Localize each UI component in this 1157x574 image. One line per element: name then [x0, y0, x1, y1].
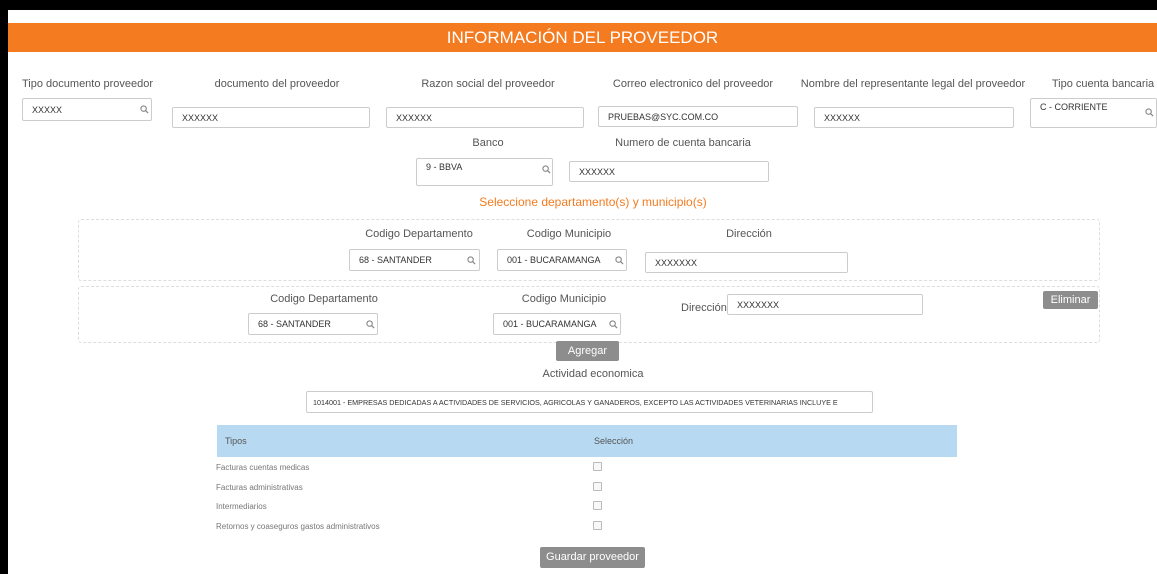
table-row-label: Intermediarios: [216, 502, 267, 511]
correo-label: Correo electronico del proveedor: [612, 78, 774, 90]
tipo-cuenta-label: Tipo cuenta bancaria: [1051, 78, 1155, 90]
tipo-cuenta-value: C - CORRIENTE: [1040, 102, 1108, 112]
representante-value: XXXXXX: [824, 112, 861, 123]
table-row-checkbox[interactable]: [593, 482, 602, 491]
types-table-header: Tipos Selección: [217, 425, 957, 457]
guardar-proveedor-button[interactable]: Guardar proveedor: [540, 547, 645, 568]
direccion-value: XXXXXXX: [655, 257, 698, 268]
search-icon[interactable]: [615, 256, 624, 265]
table-row-checkbox[interactable]: [593, 501, 602, 510]
actividad-label: Actividad economica: [542, 368, 644, 380]
table-row-checkbox[interactable]: [593, 462, 602, 471]
razon-social-input[interactable]: XXXXXX: [386, 107, 584, 128]
codigo-departamento-value: 68 - SANTANDER: [258, 319, 331, 329]
codigo-municipio-value: 001 - BUCARAMANGA: [503, 319, 597, 329]
direccion-value: XXXXXXX: [737, 299, 780, 310]
location-row-2: Codigo Departamento Codigo Municipio Dir…: [78, 286, 1100, 343]
documento-label: documento del proveedor: [214, 78, 340, 90]
numero-cuenta-label: Numero de cuenta bancaria: [615, 137, 751, 149]
search-icon[interactable]: [609, 320, 618, 329]
eliminar-button[interactable]: Eliminar: [1043, 291, 1098, 309]
search-icon[interactable]: [542, 165, 551, 174]
codigo-municipio-label: Codigo Municipio: [521, 293, 607, 305]
codigo-municipio-label: Codigo Municipio: [526, 228, 612, 240]
table-row-label: Facturas cuentas medicas: [216, 463, 310, 472]
codigo-departamento-label: Codigo Departamento: [365, 228, 473, 240]
codigo-municipio-value: 001 - BUCARAMANGA: [507, 255, 601, 265]
table-row-label: Retornos y coaseguros gastos administrat…: [216, 522, 380, 531]
direccion-input[interactable]: XXXXXXX: [727, 294, 923, 315]
representante-label: Nombre del representante legal del prove…: [800, 78, 1026, 90]
search-icon[interactable]: [366, 320, 375, 329]
banco-select[interactable]: 9 - BBVA: [416, 158, 553, 186]
razon-social-label: Razon social del proveedor: [421, 78, 555, 90]
documento-value: XXXXXX: [182, 112, 219, 123]
search-icon[interactable]: [140, 105, 149, 114]
codigo-departamento-value: 68 - SANTANDER: [359, 255, 432, 265]
tipo-documento-value: XXXXX: [32, 104, 63, 115]
correo-value: PRUEBAS@SYC.COM.CO: [608, 111, 719, 122]
actividad-value: 1014001 - EMPRESAS DEDICADAS A ACTIVIDAD…: [313, 397, 838, 407]
tipo-documento-select[interactable]: XXXXX: [22, 98, 152, 121]
codigo-municipio-select[interactable]: 001 - BUCARAMANGA: [497, 249, 627, 271]
documento-input[interactable]: XXXXXX: [172, 107, 370, 128]
table-row-label: Facturas administrativas: [216, 483, 303, 492]
location-row-1: Codigo Departamento Codigo Municipio Dir…: [78, 219, 1100, 281]
direccion-label: Dirección: [681, 302, 727, 314]
representante-input[interactable]: XXXXXX: [814, 107, 1014, 128]
numero-cuenta-value: XXXXXX: [579, 166, 616, 177]
search-icon[interactable]: [467, 256, 476, 265]
codigo-municipio-select[interactable]: 001 - BUCARAMANGA: [493, 313, 621, 335]
codigo-departamento-select[interactable]: 68 - SANTANDER: [248, 313, 378, 335]
numero-cuenta-input[interactable]: XXXXXX: [569, 161, 769, 182]
location-prompt: Seleccione departamento(s) y municipio(s…: [479, 195, 707, 209]
tipo-cuenta-select[interactable]: C - CORRIENTE: [1030, 98, 1157, 128]
codigo-departamento-select[interactable]: 68 - SANTANDER: [349, 249, 480, 271]
col-tipos: Tipos: [225, 436, 247, 446]
agregar-button[interactable]: Agregar: [556, 341, 619, 361]
correo-input[interactable]: PRUEBAS@SYC.COM.CO: [598, 106, 798, 127]
razon-social-value: XXXXXX: [396, 112, 433, 123]
direccion-label: Dirección: [726, 228, 772, 240]
tipo-documento-label: Tipo documento proveedor: [22, 78, 154, 90]
page-title: INFORMACIÓN DEL PROVEEDOR: [8, 23, 1157, 52]
direccion-input[interactable]: XXXXXXX: [645, 252, 848, 273]
col-seleccion: Selección: [594, 436, 634, 446]
table-row-checkbox[interactable]: [593, 521, 602, 530]
banco-value: 9 - BBVA: [426, 162, 463, 172]
banco-label: Banco: [472, 137, 504, 149]
page-frame: INFORMACIÓN DEL PROVEEDOR Tipo documento…: [8, 10, 1157, 574]
actividad-select[interactable]: 1014001 - EMPRESAS DEDICADAS A ACTIVIDAD…: [306, 391, 873, 413]
search-icon[interactable]: [1145, 108, 1154, 117]
codigo-departamento-label: Codigo Departamento: [270, 293, 378, 305]
